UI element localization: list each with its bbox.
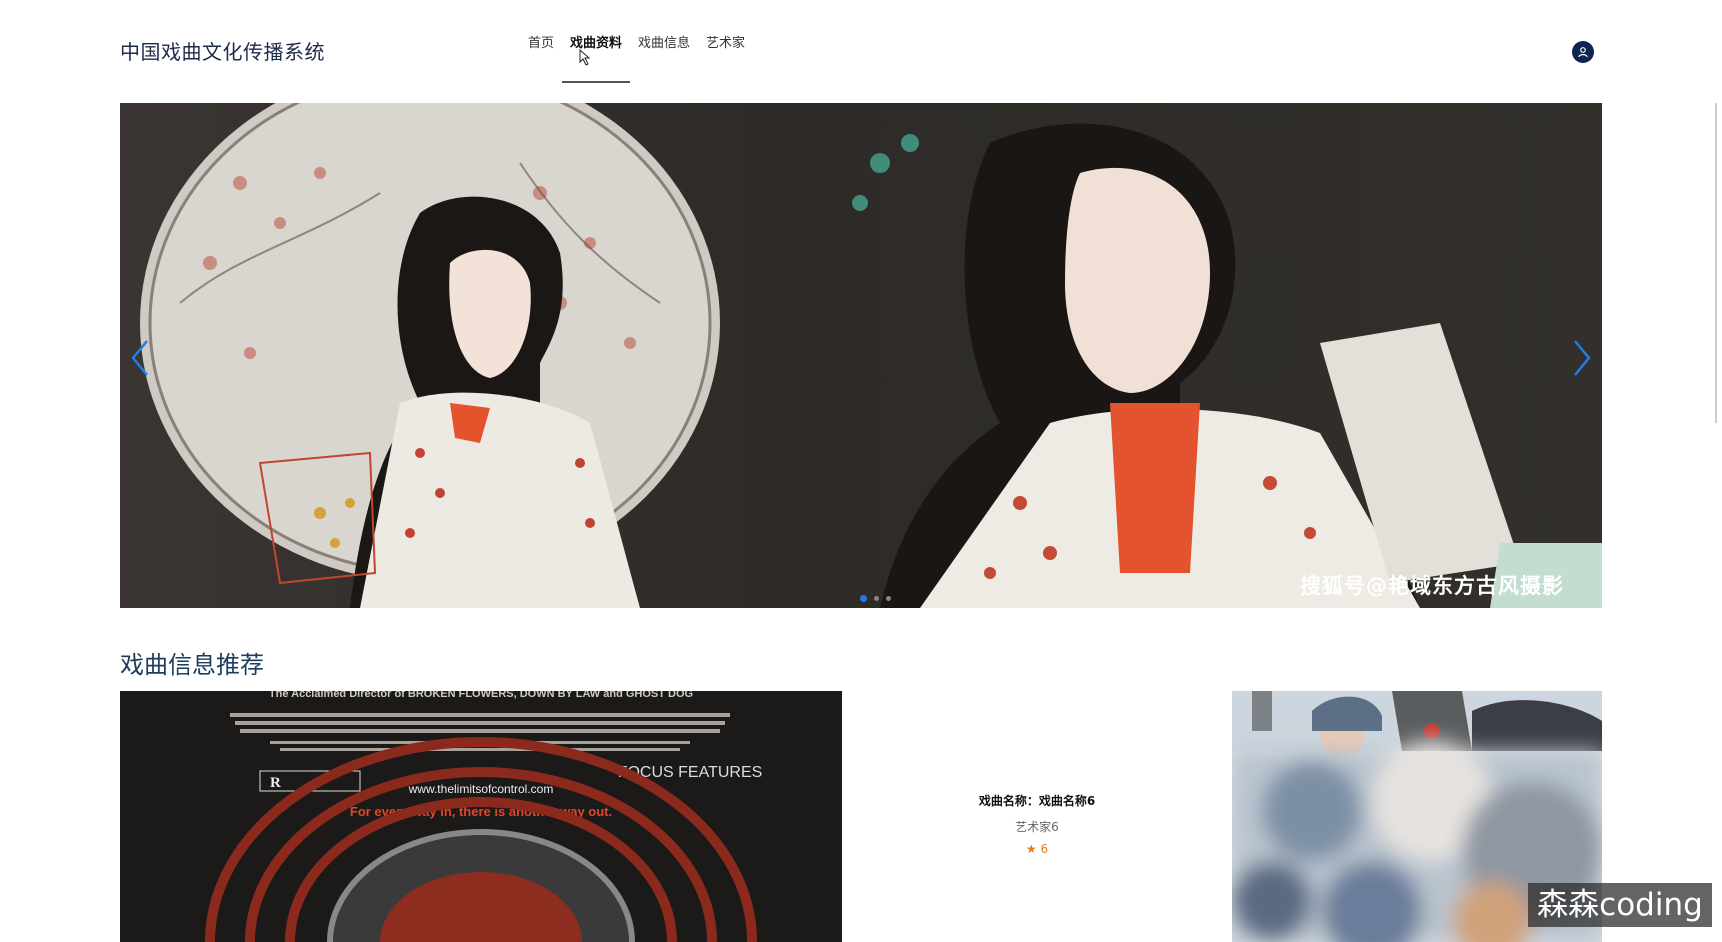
- carousel-next-button[interactable]: [1567, 333, 1597, 383]
- page-scrollbar[interactable]: [1715, 103, 1717, 423]
- top-header: 中国戏曲文化传播系统 首页 戏曲资料 戏曲信息 艺术家: [0, 0, 1722, 103]
- chevron-left-icon: [131, 340, 148, 376]
- section-title-recommend: 戏曲信息推荐: [120, 651, 264, 679]
- chevron-right-icon: [1574, 340, 1591, 376]
- poster-url: www.thelimitsofcontrol.com: [408, 782, 554, 796]
- svg-text:R: R: [270, 775, 281, 791]
- drama-info-card[interactable]: 戏曲名称：戏曲名称6 艺术家6 ★ 6: [842, 691, 1232, 942]
- watermark: 森森coding: [1528, 883, 1712, 927]
- drama-name: 戏曲名称：戏曲名称6: [978, 794, 1096, 808]
- mouse-cursor-icon: [579, 48, 591, 66]
- rating-value: 6: [1040, 842, 1049, 856]
- main-nav: 首页 戏曲资料 戏曲信息 艺术家: [520, 0, 753, 83]
- carousel-dot-3[interactable]: [886, 596, 891, 601]
- drama-poster[interactable]: The Acclaimed Director of BROKEN FLOWERS…: [120, 691, 842, 942]
- hero-carousel[interactable]: 搜狐号@艳域东方古风摄影: [120, 103, 1602, 608]
- nav-home[interactable]: 首页: [520, 0, 562, 83]
- nav-artists[interactable]: 艺术家: [698, 0, 753, 83]
- poster-tagline-top: The Acclaimed Director of BROKEN FLOWERS…: [269, 691, 693, 700]
- user-icon: [1578, 47, 1588, 58]
- user-account-button[interactable]: [1572, 41, 1594, 63]
- nav-drama-materials[interactable]: 戏曲资料: [562, 0, 631, 83]
- site-title[interactable]: 中国戏曲文化传播系统: [120, 36, 325, 65]
- carousel-dot-2[interactable]: [874, 596, 879, 601]
- drama-rating: ★ 6: [842, 842, 1232, 856]
- poster-image: The Acclaimed Director of BROKEN FLOWERS…: [120, 691, 842, 942]
- banner-image: [140, 103, 1602, 608]
- star-icon: ★: [1025, 842, 1037, 856]
- carousel-prev-button[interactable]: [125, 333, 155, 383]
- carousel-dots: [860, 595, 891, 602]
- banner-caption: 搜狐号@艳域东方古风摄影: [1300, 574, 1564, 598]
- carousel-dot-1[interactable]: [860, 595, 867, 602]
- nav-drama-info[interactable]: 戏曲信息: [630, 0, 698, 83]
- artist-name: 艺术家6: [1015, 820, 1059, 834]
